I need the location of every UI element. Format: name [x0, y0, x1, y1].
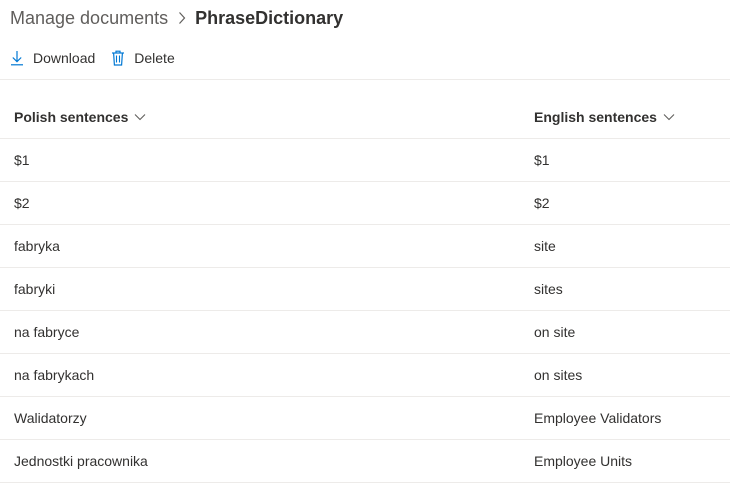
table-row[interactable]: na fabryce on site [0, 311, 730, 354]
cell-english-sentence: $2 [534, 195, 550, 211]
table-row[interactable]: na fabrykach on sites [0, 354, 730, 397]
download-icon [10, 50, 24, 66]
cell-english-sentence: Employee Units [534, 453, 633, 469]
table-row[interactable]: fabryka site [0, 225, 730, 268]
table-row[interactable]: fabryki sites [0, 268, 730, 311]
table-row[interactable]: $2 $2 [0, 182, 730, 225]
command-bar: Download Delete [0, 44, 183, 72]
column-header-label: Polish sentences [14, 109, 129, 125]
column-header-english-sentences[interactable]: English sentences [534, 109, 675, 125]
cell-english-sentence: site [534, 238, 556, 254]
page-title: PhraseDictionary [195, 7, 344, 28]
chevron-right-icon [178, 11, 186, 25]
cell-polish-sentence: fabryka [14, 238, 60, 254]
delete-button[interactable]: Delete [103, 44, 182, 72]
cell-english-sentence: $1 [534, 152, 550, 168]
table-row[interactable]: $1 $1 [0, 139, 730, 182]
cell-english-sentence: Employee Validators [534, 410, 662, 426]
cell-polish-sentence: $1 [14, 152, 30, 168]
list-header: Polish sentences English sentences [0, 96, 730, 139]
trash-icon [111, 50, 125, 66]
cell-english-sentence: on site [534, 324, 576, 340]
cell-polish-sentence: $2 [14, 195, 30, 211]
column-header-label: English sentences [534, 109, 657, 125]
table-row[interactable]: Walidatorzy Employee Validators [0, 397, 730, 440]
column-header-polish-sentences[interactable]: Polish sentences [14, 109, 146, 125]
toolbar-divider [0, 79, 730, 80]
cell-polish-sentence: na fabrykach [14, 367, 95, 383]
breadcrumb: Manage documents PhraseDictionary [10, 4, 343, 32]
delete-button-label: Delete [134, 50, 175, 66]
cell-polish-sentence: na fabryce [14, 324, 80, 340]
chevron-down-icon [657, 113, 675, 121]
table-row[interactable]: Jednostki pracownika Employee Units [0, 440, 730, 483]
cell-english-sentence: on sites [534, 367, 583, 383]
download-button-label: Download [33, 50, 96, 66]
breadcrumb-manage-documents-link[interactable]: Manage documents [10, 8, 168, 29]
documents-list: Polish sentences English sentences $1 $1… [0, 96, 730, 483]
cell-polish-sentence: Jednostki pracownika [14, 453, 148, 469]
cell-english-sentence: sites [534, 281, 563, 297]
cell-polish-sentence: fabryki [14, 281, 56, 297]
download-button[interactable]: Download [0, 44, 103, 72]
cell-polish-sentence: Walidatorzy [14, 410, 87, 426]
chevron-down-icon [128, 113, 146, 121]
